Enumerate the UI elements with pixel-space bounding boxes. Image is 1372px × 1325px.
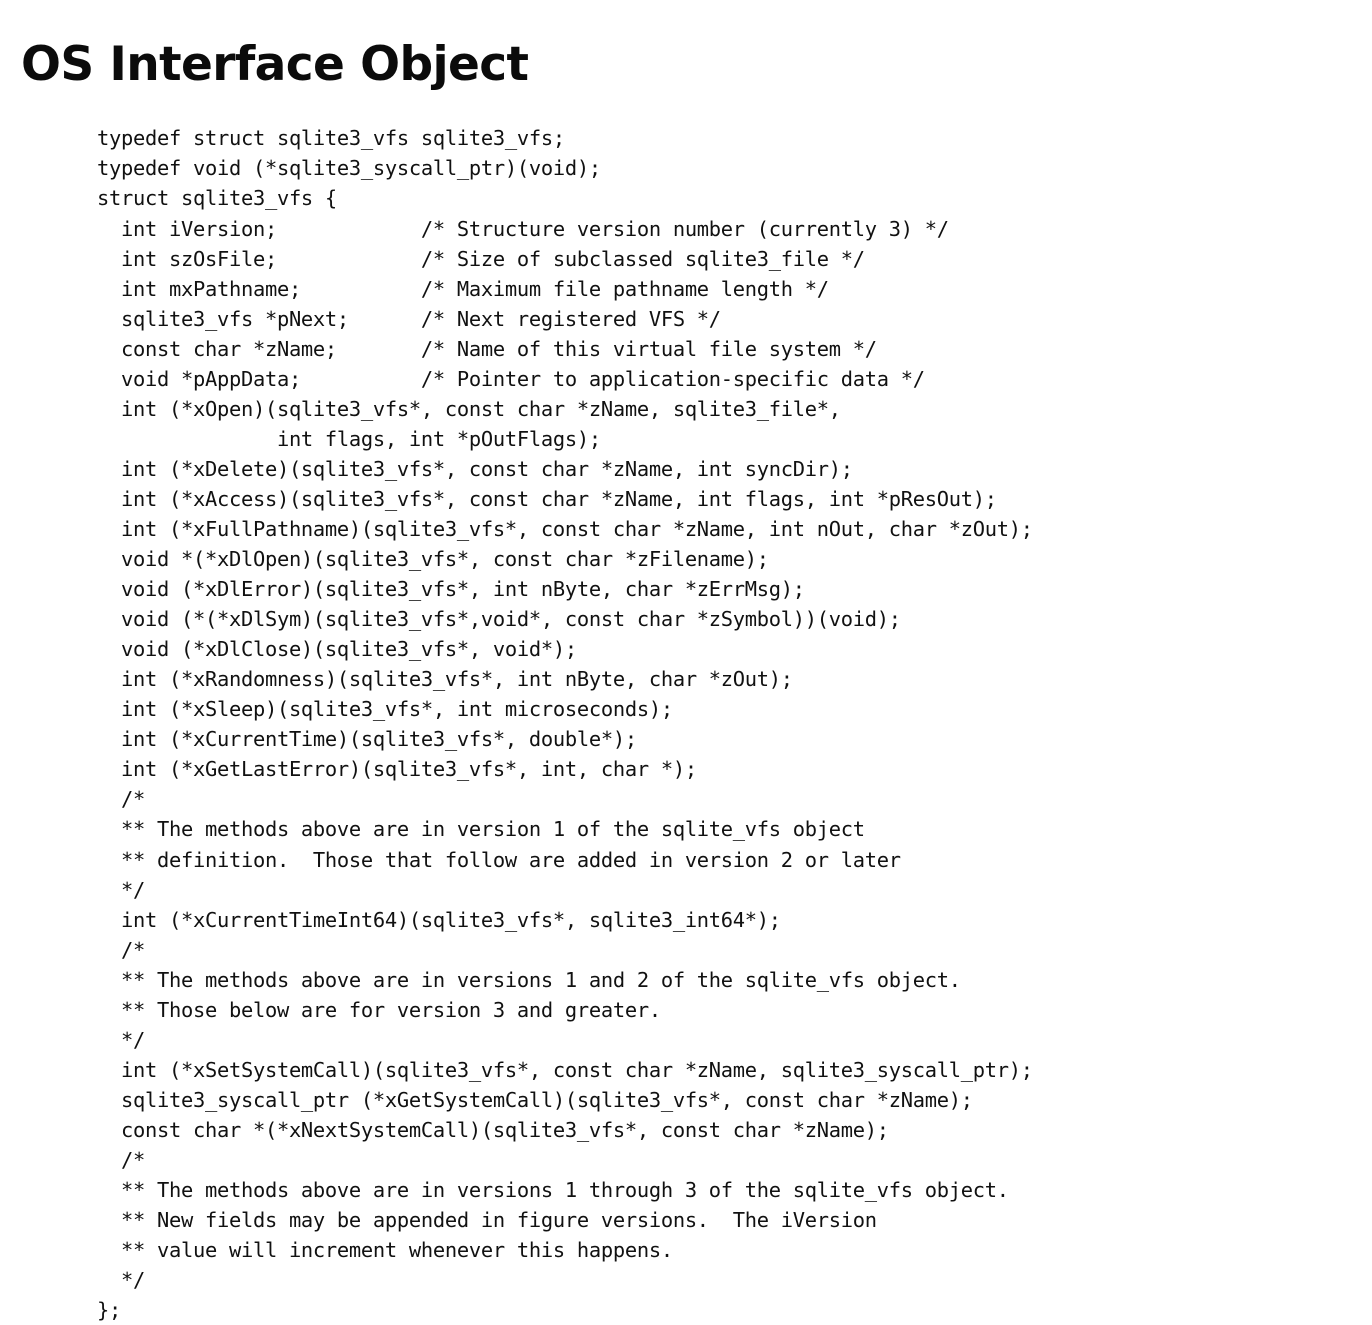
code-line: ** Those below are for version 3 and gre… <box>97 997 661 1022</box>
code-line: int mxPathname; /* Maximum file pathname… <box>97 276 829 301</box>
code-line: ** definition. Those that follow are add… <box>97 847 901 872</box>
page-title: OS Interface Object <box>21 37 529 93</box>
slide-canvas: OS Interface Object typedef struct sqlit… <box>0 0 1372 1322</box>
code-line: int (*xCurrentTimeInt64)(sqlite3_vfs*, s… <box>97 907 781 932</box>
code-line: /* <box>97 937 145 962</box>
code-line: ** value will increment whenever this ha… <box>97 1238 673 1263</box>
code-line: int (*xFullPathname)(sqlite3_vfs*, const… <box>97 517 1033 541</box>
code-line: void (*xDlClose)(sqlite3_vfs*, void*); <box>97 637 577 662</box>
code-line: const char *(*xNextSystemCall)(sqlite3_v… <box>97 1117 889 1142</box>
code-line: ** The methods above are in version 1 of… <box>97 817 865 842</box>
code-line: int (*xOpen)(sqlite3_vfs*, const char *z… <box>97 396 841 421</box>
code-line: void *pAppData; /* Pointer to applicatio… <box>97 366 925 391</box>
code-line: sqlite3_vfs *pNext; /* Next registered V… <box>97 306 721 331</box>
code-line: */ <box>97 1268 145 1293</box>
code-line: void (*(*xDlSym)(sqlite3_vfs*,void*, con… <box>97 607 901 632</box>
code-line: int (*xSleep)(sqlite3_vfs*, int microsec… <box>97 697 673 722</box>
code-line: /* <box>97 1147 145 1172</box>
code-block: typedef struct sqlite3_vfs sqlite3_vfs;t… <box>97 123 1357 1325</box>
code-line: void *(*xDlOpen)(sqlite3_vfs*, const cha… <box>97 547 769 572</box>
code-line: ** The methods above are in versions 1 t… <box>97 1178 1009 1203</box>
code-line: */ <box>97 877 145 902</box>
code-line: void (*xDlError)(sqlite3_vfs*, int nByte… <box>97 577 805 602</box>
code-line: int szOsFile; /* Size of subclassed sqli… <box>97 246 865 271</box>
code-line: int (*xRandomness)(sqlite3_vfs*, int nBy… <box>97 667 793 692</box>
code-line: ** The methods above are in versions 1 a… <box>97 967 961 992</box>
code-line: const char *zName; /* Name of this virtu… <box>97 336 877 361</box>
code-line: int (*xSetSystemCall)(sqlite3_vfs*, cons… <box>97 1057 1033 1082</box>
code-line: sqlite3_syscall_ptr (*xGetSystemCall)(sq… <box>97 1087 973 1112</box>
code-line: int (*xGetLastError)(sqlite3_vfs*, int, … <box>97 757 697 782</box>
code-line: typedef struct sqlite3_vfs sqlite3_vfs; <box>97 126 565 151</box>
code-line: int iVersion; /* Structure version numbe… <box>97 216 949 241</box>
code-line: typedef void (*sqlite3_syscall_ptr)(void… <box>97 156 601 181</box>
code-line: ** New fields may be appended in figure … <box>97 1208 877 1233</box>
code-line: }; <box>97 1298 121 1323</box>
code-line: /* <box>97 787 145 812</box>
code-line: int flags, int *pOutFlags); <box>97 426 601 451</box>
code-line: struct sqlite3_vfs { <box>97 186 337 211</box>
code-line: */ <box>97 1027 145 1052</box>
code-line: int (*xCurrentTime)(sqlite3_vfs*, double… <box>97 727 637 752</box>
code-line: int (*xAccess)(sqlite3_vfs*, const char … <box>97 486 997 511</box>
code-line: int (*xDelete)(sqlite3_vfs*, const char … <box>97 456 853 481</box>
